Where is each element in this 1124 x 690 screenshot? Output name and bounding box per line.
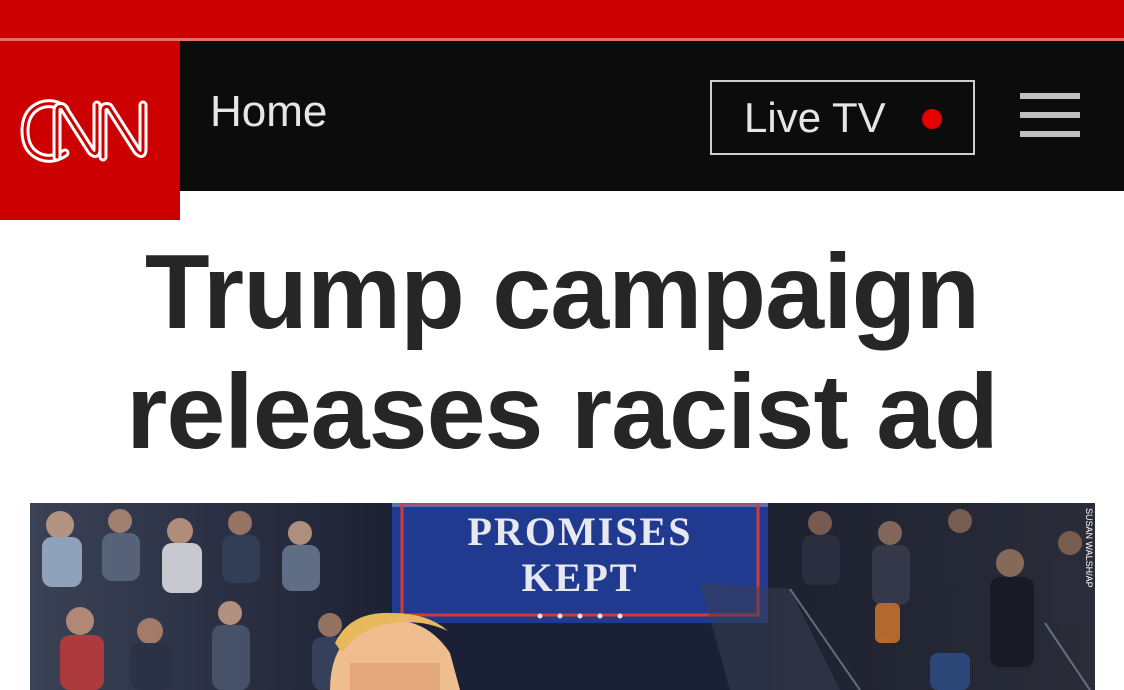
photo-credit: SUSAN WALSH/AP [1084,508,1094,588]
menu-bar-icon [1020,131,1080,137]
sign-line-1: PROMISES [467,509,693,554]
sign-text: PROMISES KEPT [430,509,730,601]
top-red-bar [0,0,1124,38]
menu-bar-icon [1020,112,1080,118]
article-headline: Trump campaign releases racist ad [126,233,999,471]
live-tv-button[interactable]: Live TV [710,80,975,155]
live-tv-label: Live TV [744,93,886,141]
sign-line-2: KEPT [521,555,639,600]
cnn-logo-icon [20,98,148,163]
live-indicator-dot-icon [922,109,942,129]
nav-home-link[interactable]: Home [210,87,327,137]
hamburger-menu-button[interactable] [1020,93,1080,137]
cnn-logo[interactable] [0,41,180,220]
menu-bar-icon [1020,93,1080,99]
article-photo[interactable]: PROMISES KEPT [30,503,1095,690]
